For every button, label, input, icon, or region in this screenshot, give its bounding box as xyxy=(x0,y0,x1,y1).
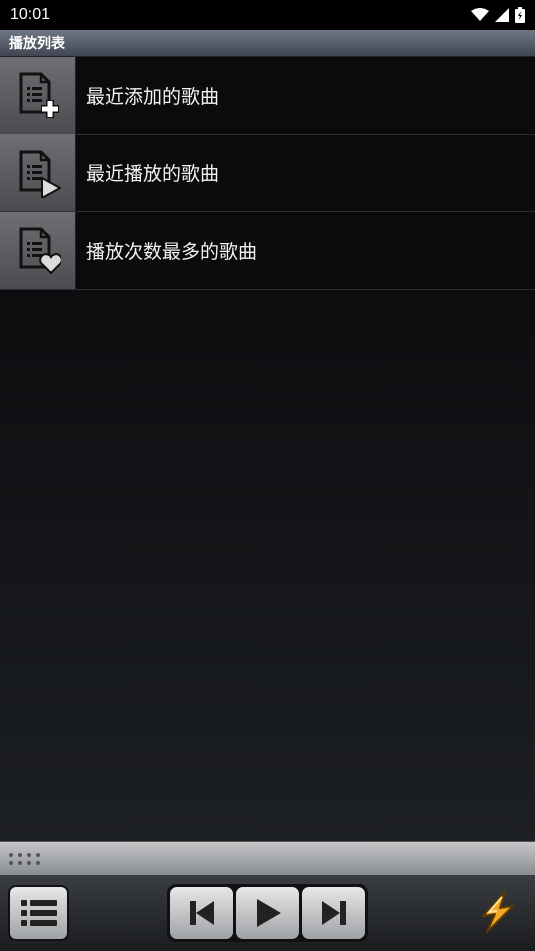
header-bar: 播放列表 xyxy=(0,30,535,57)
list-item-recently-added[interactable]: 最近添加的歌曲 xyxy=(0,56,535,135)
status-icons xyxy=(471,7,525,23)
lightning-bolt-icon xyxy=(482,891,514,933)
play-button[interactable] xyxy=(236,887,299,939)
playlist-list: 最近添加的歌曲 最近播放的歌曲 播放次数最多的歌曲 xyxy=(0,56,535,290)
playback-controls xyxy=(0,875,535,951)
list-item-label: 播放次数最多的歌曲 xyxy=(86,240,258,263)
list-item-label: 最近添加的歌曲 xyxy=(86,85,220,108)
list-item-most-played[interactable]: 播放次数最多的歌曲 xyxy=(0,211,535,290)
battery-icon xyxy=(515,7,525,23)
page-title: 播放列表 xyxy=(9,36,65,52)
lightning-bolt-button[interactable] xyxy=(474,889,520,935)
list-item-label: 最近播放的歌曲 xyxy=(86,163,220,186)
skip-next-icon xyxy=(321,901,346,925)
list-item-recently-played[interactable]: 最近播放的歌曲 xyxy=(0,134,535,212)
playlist-play-icon xyxy=(0,134,76,212)
status-bar: 10:01 xyxy=(0,0,535,30)
drag-handle[interactable] xyxy=(0,841,535,875)
next-button[interactable] xyxy=(302,887,365,939)
signal-icon xyxy=(495,8,509,22)
playlist-add-icon xyxy=(0,56,76,134)
wifi-icon xyxy=(471,8,489,21)
play-icon xyxy=(256,899,281,927)
playlist-button[interactable] xyxy=(8,885,69,941)
list-icon xyxy=(20,900,57,926)
previous-button[interactable] xyxy=(170,887,233,939)
empty-content-area xyxy=(0,290,535,841)
playlist-heart-icon xyxy=(0,211,76,289)
status-time: 10:01 xyxy=(10,6,51,23)
skip-previous-icon xyxy=(189,901,214,925)
grip-dots-icon xyxy=(9,852,40,865)
transport-controls xyxy=(167,884,368,942)
